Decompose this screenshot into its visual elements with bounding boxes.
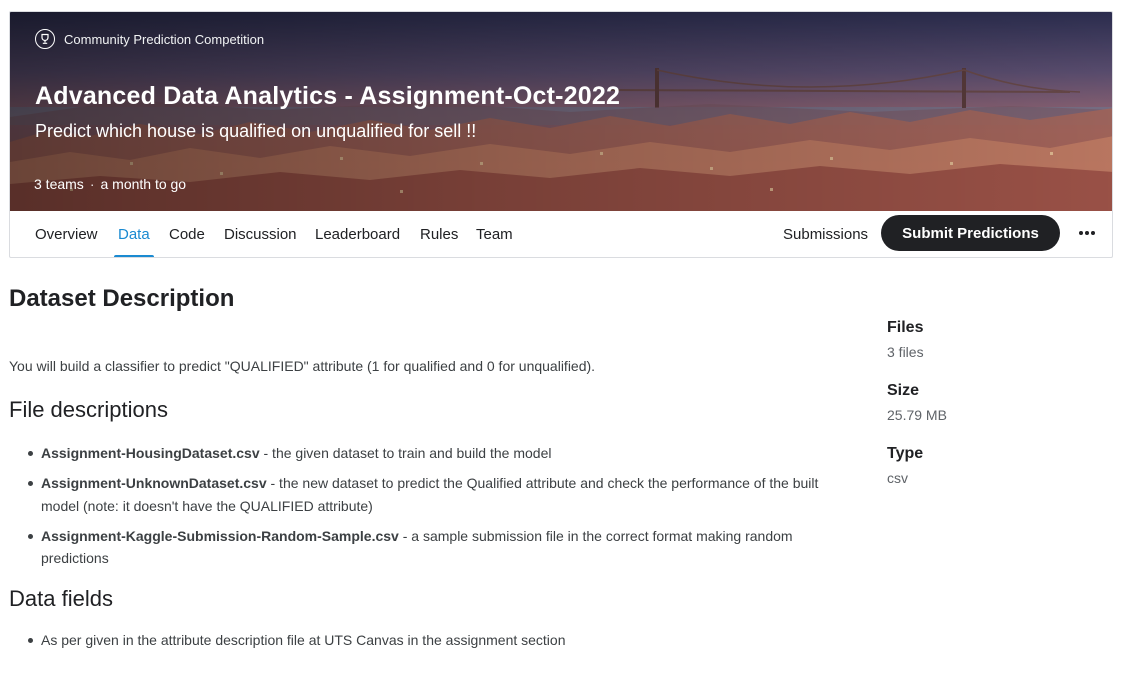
size-value: 25.79 MB (887, 407, 947, 423)
competition-meta: 3 teams · a month to go (34, 176, 186, 192)
trophy-icon (35, 29, 55, 49)
data-fields-list: As per given in the attribute descriptio… (23, 629, 859, 659)
active-tab-indicator (114, 255, 154, 257)
file-description: - the given dataset to train and build t… (259, 445, 552, 461)
teams-count: 3 teams (34, 176, 84, 192)
file-name: Assignment-UnknownDataset.csv (41, 475, 267, 491)
tab-bar: Overview Data Code Discussion Leaderboar… (10, 211, 1112, 257)
tab-code[interactable]: Code (169, 226, 205, 243)
banner-image: Community Prediction Competition Advance… (10, 12, 1112, 211)
file-name: Assignment-HousingDataset.csv (41, 445, 260, 461)
files-info: Files 3 files (887, 318, 1087, 361)
competition-type-label: Community Prediction Competition (64, 31, 265, 47)
tab-discussion[interactable]: Discussion (224, 226, 297, 243)
type-info: Type csv (887, 444, 1087, 487)
tab-overview[interactable]: Overview (35, 226, 98, 243)
submissions-link[interactable]: Submissions (783, 226, 868, 243)
files-label: Files (887, 319, 924, 336)
deadline-text: a month to go (100, 176, 187, 192)
list-item: Assignment-UnknownDataset.csv - the new … (23, 472, 859, 517)
files-value: 3 files (887, 344, 924, 360)
file-descriptions-heading: File descriptions (9, 397, 168, 422)
tab-data[interactable]: Data (118, 226, 150, 243)
data-fields-heading: Data fields (9, 586, 113, 611)
intro-text: You will build a classifier to predict "… (9, 358, 596, 374)
list-item: As per given in the attribute descriptio… (23, 629, 859, 652)
competition-header: Community Prediction Competition Advance… (9, 11, 1113, 258)
more-horizontal-icon[interactable] (1076, 222, 1098, 244)
competition-title: Advanced Data Analytics - Assignment-Oct… (35, 82, 621, 110)
dataset-description: Dataset Description You will build a cla… (9, 285, 859, 648)
type-value: csv (887, 470, 908, 486)
tab-leaderboard[interactable]: Leaderboard (315, 226, 400, 243)
meta-separator: · (89, 176, 95, 192)
type-label: Type (887, 445, 924, 462)
tab-team[interactable]: Team (476, 226, 513, 243)
size-label: Size (887, 382, 920, 399)
file-name: Assignment-Kaggle-Submission-Random-Samp… (41, 527, 399, 544)
dataset-metadata-sidebar: Files 3 files Size 25.79 MB Type csv (887, 318, 1087, 507)
size-info: Size 25.79 MB (887, 381, 1087, 424)
file-descriptions-list: Assignment-HousingDataset.csv - the give… (23, 442, 859, 577)
list-item: Assignment-Kaggle-Submission-Random-Samp… (23, 525, 859, 570)
competition-subtitle: Predict which house is qualified on unqu… (35, 121, 477, 141)
submit-predictions-button[interactable]: Submit Predictions (881, 215, 1060, 251)
competition-type: Community Prediction Competition (35, 29, 264, 49)
page-title: Dataset Description (9, 285, 235, 312)
list-item: Assignment-HousingDataset.csv - the give… (23, 442, 859, 465)
tab-rules[interactable]: Rules (420, 226, 458, 243)
